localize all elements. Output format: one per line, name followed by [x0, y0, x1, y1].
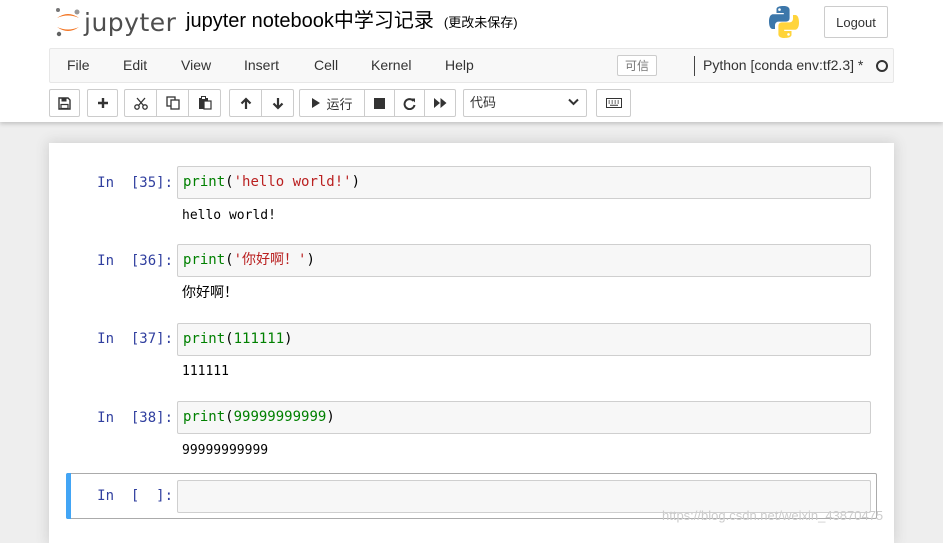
fast-forward-icon — [433, 98, 446, 108]
run-button[interactable]: 运行 — [299, 89, 365, 117]
code-paren: ) — [351, 174, 361, 190]
command-palette-button[interactable] — [596, 89, 631, 117]
kernel-idle-icon — [876, 60, 888, 72]
keyboard-group — [596, 89, 631, 117]
jupyter-logo[interactable]: jupyter — [55, 6, 176, 38]
move-up-button[interactable] — [229, 89, 262, 117]
arrow-up-icon — [240, 96, 251, 109]
code-function: print — [183, 174, 226, 190]
notebook-container: In [35]: print('hello world!') hello wor… — [49, 143, 894, 543]
code-function: print — [183, 252, 226, 268]
code-input[interactable]: print('你好啊！') — [177, 244, 871, 277]
watermark: https://blog.csdn.net/weixin_43870475 — [662, 508, 884, 523]
cell-output: 111111 — [182, 364, 229, 379]
code-paren: ( — [225, 252, 234, 268]
arrow-down-icon — [272, 97, 283, 110]
menu-file[interactable]: File — [67, 49, 90, 82]
paste-button[interactable] — [188, 89, 221, 117]
logout-button[interactable]: Logout — [824, 6, 888, 38]
code-paren: ( — [225, 409, 234, 425]
menu-view[interactable]: View — [181, 49, 211, 82]
menu-cell[interactable]: Cell — [314, 49, 338, 82]
menu-edit[interactable]: Edit — [123, 49, 147, 82]
cell-prompt: In [ ]: — [97, 488, 173, 504]
code-input[interactable]: print('hello world!') — [177, 166, 871, 199]
paste-icon — [198, 96, 212, 110]
header: jupyter jupyter notebook中学习记录 (更改未保存) Lo… — [0, 0, 943, 122]
jupyter-logo-icon — [56, 8, 80, 37]
cell-prompt: In [37]: — [97, 331, 173, 347]
code-string: 'hello world!' — [233, 174, 352, 190]
cell-type-value: 代码 — [470, 95, 497, 110]
copy-button[interactable] — [156, 89, 189, 117]
code-function: print — [183, 409, 226, 425]
interrupt-button[interactable] — [364, 89, 395, 117]
notebook-name-area[interactable]: jupyter notebook中学习记录 (更改未保存) — [186, 6, 518, 36]
stop-icon — [374, 97, 385, 109]
insert-cell-button[interactable] — [87, 89, 118, 117]
cell-output: 你好啊！ — [182, 285, 238, 301]
menu-insert[interactable]: Insert — [244, 49, 279, 82]
copy-icon — [165, 96, 180, 110]
code-number: 111111 — [233, 331, 285, 347]
menu-kernel[interactable]: Kernel — [371, 49, 411, 82]
save-status: (更改未保存) — [443, 15, 518, 30]
cell-prompt: In [36]: — [97, 253, 173, 269]
keyboard-icon — [605, 98, 622, 108]
python-logo-icon — [768, 5, 800, 44]
restart-icon — [403, 97, 416, 110]
code-paren: ) — [284, 331, 293, 347]
cell-prompt: In [35]: — [97, 175, 173, 191]
kernel-divider — [694, 56, 695, 76]
menu-help[interactable]: Help — [445, 49, 474, 82]
code-paren: ) — [326, 409, 335, 425]
run-label: 运行 — [326, 96, 353, 112]
move-group — [229, 89, 294, 117]
run-icon — [312, 98, 321, 108]
save-icon — [58, 96, 71, 110]
cell-type-select[interactable]: 代码 — [463, 89, 587, 117]
kernel-name[interactable]: Python [conda env:tf2.3] * — [703, 49, 863, 82]
move-down-button[interactable] — [261, 89, 294, 117]
chevron-down-icon — [568, 98, 579, 106]
code-string: '你好啊！' — [233, 252, 307, 268]
code-paren: ) — [306, 252, 315, 268]
cut-button[interactable] — [124, 89, 157, 117]
menubar: File Edit View Insert Cell Kernel Help 可… — [49, 48, 894, 83]
run-group: 运行 — [299, 89, 456, 117]
trusted-indicator[interactable]: 可信 — [617, 55, 657, 76]
code-function: print — [183, 331, 226, 347]
insert-group — [87, 89, 118, 117]
code-input[interactable]: print(111111) — [177, 323, 871, 356]
cell-prompt: In [38]: — [97, 410, 173, 426]
code-paren: ( — [225, 331, 234, 347]
code-paren: ( — [225, 174, 234, 190]
save-group — [49, 89, 80, 117]
restart-run-all-button[interactable] — [424, 89, 456, 117]
code-number: 99999999999 — [233, 409, 327, 425]
cell-output: hello world! — [182, 208, 276, 223]
cut-icon — [133, 97, 148, 110]
code-input[interactable]: print(99999999999) — [177, 401, 871, 434]
notebook-name[interactable]: jupyter notebook中学习记录 — [186, 6, 434, 36]
plus-icon — [97, 98, 108, 108]
jupyter-logo-text: jupyter — [84, 7, 177, 37]
cell-output: 99999999999 — [182, 443, 269, 458]
clipboard-group — [124, 89, 221, 117]
restart-button[interactable] — [394, 89, 425, 117]
save-button[interactable] — [49, 89, 80, 117]
